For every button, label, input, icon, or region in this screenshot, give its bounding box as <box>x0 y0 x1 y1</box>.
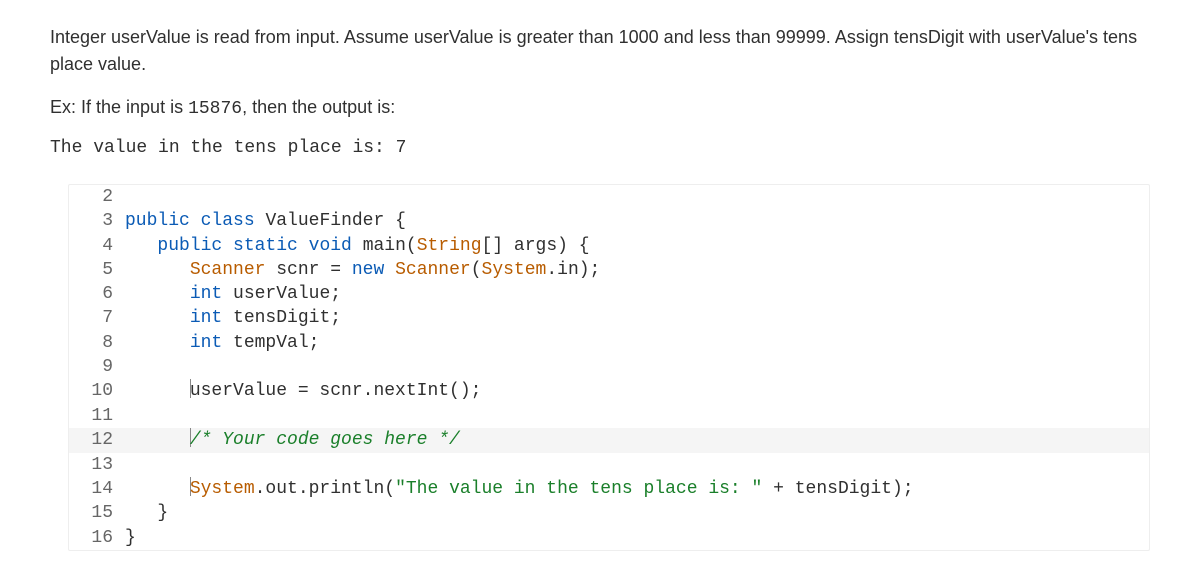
example-prefix: Ex: If the input is <box>50 97 188 117</box>
line-number: 5 <box>69 258 123 282</box>
code-content: } <box>123 526 1149 550</box>
code-content: userValue = scnr.nextInt(); <box>123 379 1149 404</box>
code-content <box>123 404 1149 428</box>
code-content: public static void main(String[] args) { <box>123 234 1149 258</box>
line-number: 12 <box>69 428 123 453</box>
code-line: 6 int userValue; <box>69 282 1149 306</box>
line-number: 11 <box>69 404 123 428</box>
code-content <box>123 453 1149 477</box>
code-content: int tempVal; <box>123 331 1149 355</box>
example-input: 15876 <box>188 99 242 119</box>
line-number: 6 <box>69 282 123 306</box>
code-content: int userValue; <box>123 282 1149 306</box>
example-output: The value in the tens place is: 7 <box>50 135 1150 162</box>
code-line: 16} <box>69 526 1149 550</box>
problem-description-text: Integer userValue is read from input. As… <box>50 27 1137 74</box>
code-line: 4 public static void main(String[] args)… <box>69 234 1149 258</box>
line-number: 4 <box>69 234 123 258</box>
code-line: 13 <box>69 453 1149 477</box>
example-line: Ex: If the input is 15876, then the outp… <box>50 94 1150 123</box>
code-editor[interactable]: 2 3public class ValueFinder { 4 public s… <box>68 184 1150 551</box>
code-content: System.out.println("The value in the ten… <box>123 477 1149 502</box>
line-number: 14 <box>69 477 123 502</box>
code-line: 15 } <box>69 501 1149 525</box>
code-content: public class ValueFinder { <box>123 209 1149 233</box>
line-number: 16 <box>69 526 123 550</box>
code-line: 7 int tensDigit; <box>69 306 1149 330</box>
code-content: int tensDigit; <box>123 306 1149 330</box>
code-line: 3public class ValueFinder { <box>69 209 1149 233</box>
code-content: } <box>123 501 1149 525</box>
line-number: 2 <box>69 185 123 209</box>
code-line: 8 int tempVal; <box>69 331 1149 355</box>
line-number: 10 <box>69 379 123 404</box>
code-line: 5 Scanner scnr = new Scanner(System.in); <box>69 258 1149 282</box>
line-number: 15 <box>69 501 123 525</box>
code-line: 11 <box>69 404 1149 428</box>
code-line: 9 <box>69 355 1149 379</box>
code-content[interactable]: /* Your code goes here */ <box>123 428 1149 453</box>
line-number: 13 <box>69 453 123 477</box>
code-line: 2 <box>69 185 1149 209</box>
code-line: 10 userValue = scnr.nextInt(); <box>69 379 1149 404</box>
code-line-active: 12 /* Your code goes here */ <box>69 428 1149 453</box>
code-line: 14 System.out.println("The value in the … <box>69 477 1149 502</box>
example-suffix: , then the output is: <box>242 97 395 117</box>
code-content: Scanner scnr = new Scanner(System.in); <box>123 258 1149 282</box>
line-number: 9 <box>69 355 123 379</box>
problem-description: Integer userValue is read from input. As… <box>50 24 1150 78</box>
line-number: 3 <box>69 209 123 233</box>
line-number: 7 <box>69 306 123 330</box>
code-content <box>123 355 1149 379</box>
line-number: 8 <box>69 331 123 355</box>
code-content <box>123 185 1149 209</box>
